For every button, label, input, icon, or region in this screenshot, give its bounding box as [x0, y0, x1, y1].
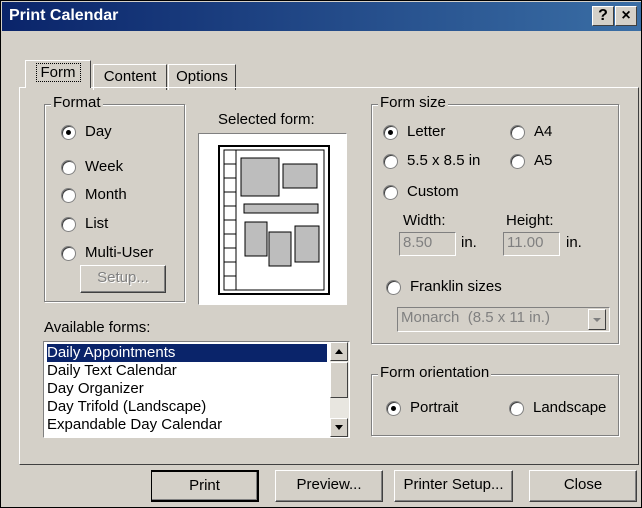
tab-options-label: Options: [176, 68, 228, 85]
radio-month-dot[interactable]: [61, 188, 76, 203]
radio-week-dot[interactable]: [61, 160, 76, 175]
form-orientation-label: Form orientation: [378, 364, 492, 381]
radio-portrait-dot[interactable]: [386, 401, 401, 416]
preview-button[interactable]: Preview...: [275, 470, 383, 502]
franklin-size-select[interactable]: Monarch (8.5 x 11 in.): [397, 307, 610, 332]
radio-list-label: List: [85, 215, 109, 232]
radio-list-dot[interactable]: [61, 217, 76, 232]
radio-letter-dot[interactable]: [383, 125, 398, 140]
franklin-size-value: Monarch (8.5 x 11 in.): [401, 309, 550, 326]
list-item[interactable]: Day Organizer: [47, 380, 327, 398]
radio-day-label: Day: [85, 123, 112, 140]
height-input[interactable]: 11.00: [503, 232, 560, 256]
radio-a5-dot[interactable]: [510, 154, 525, 169]
width-label: Width:: [403, 212, 446, 229]
width-input[interactable]: 8.50: [399, 232, 456, 256]
radio-5-5x8-5-dot[interactable]: [383, 154, 398, 169]
radio-week-label: Week: [85, 158, 124, 175]
available-forms-label: Available forms:: [44, 319, 151, 336]
radio-custom-label: Custom: [407, 183, 459, 200]
close-window-button[interactable]: ×: [615, 6, 637, 26]
available-forms-list[interactable]: Daily Appointments Daily Text Calendar D…: [43, 341, 350, 438]
list-item[interactable]: Daily Appointments: [47, 344, 327, 362]
print-button[interactable]: Print: [151, 470, 259, 502]
scroll-thumb[interactable]: [330, 362, 348, 398]
width-unit: in.: [461, 234, 477, 251]
printer-setup-button[interactable]: Printer Setup...: [394, 470, 513, 502]
close-button[interactable]: Close: [529, 470, 637, 502]
print-calendar-dialog: Print Calendar ? × Form Content Options …: [0, 0, 642, 508]
radio-month-label: Month: [85, 186, 127, 203]
height-unit: in.: [566, 234, 582, 251]
radio-landscape-dot[interactable]: [509, 401, 524, 416]
title-bar[interactable]: Print Calendar ? ×: [2, 2, 641, 31]
radio-day-dot[interactable]: [61, 125, 76, 140]
radio-multi-user-label: Multi-User: [85, 244, 154, 261]
list-item[interactable]: Daily Text Calendar: [47, 362, 327, 380]
list-scrollbar[interactable]: [330, 342, 349, 437]
radio-a4-dot[interactable]: [510, 125, 525, 140]
form-size-group-label: Form size: [378, 94, 448, 111]
radio-a5-label: A5: [534, 152, 553, 169]
selected-form-label: Selected form:: [218, 111, 315, 128]
tab-form-label: Form: [35, 63, 81, 82]
height-label: Height:: [506, 212, 554, 229]
tab-content-label: Content: [103, 68, 157, 85]
radio-a4-label: A4: [534, 123, 553, 140]
radio-letter-label: Letter: [407, 123, 446, 140]
radio-franklin-dot[interactable]: [386, 280, 401, 295]
help-button[interactable]: ?: [592, 6, 614, 26]
list-item[interactable]: Expandable Day Calendar: [47, 416, 327, 434]
list-item[interactable]: Day Trifold (Landscape): [47, 398, 327, 416]
radio-franklin-label: Franklin sizes: [410, 278, 502, 295]
radio-multi-user-dot[interactable]: [61, 246, 76, 261]
radio-landscape-label: Landscape: [533, 399, 607, 416]
radio-5-5x8-5-label: 5.5 x 8.5 in: [407, 152, 481, 169]
radio-custom-dot[interactable]: [383, 185, 398, 200]
radio-portrait-label: Portrait: [410, 399, 459, 416]
scroll-up-button[interactable]: [330, 342, 348, 361]
format-group-label: Format: [51, 94, 103, 111]
setup-button[interactable]: Setup...: [80, 265, 166, 293]
window-title: Print Calendar: [9, 7, 119, 24]
scroll-down-button[interactable]: [330, 418, 348, 437]
chevron-down-icon[interactable]: [588, 309, 606, 330]
form-preview-image: [218, 145, 330, 295]
form-preview: [198, 133, 347, 305]
tab-form[interactable]: Form: [25, 60, 91, 88]
